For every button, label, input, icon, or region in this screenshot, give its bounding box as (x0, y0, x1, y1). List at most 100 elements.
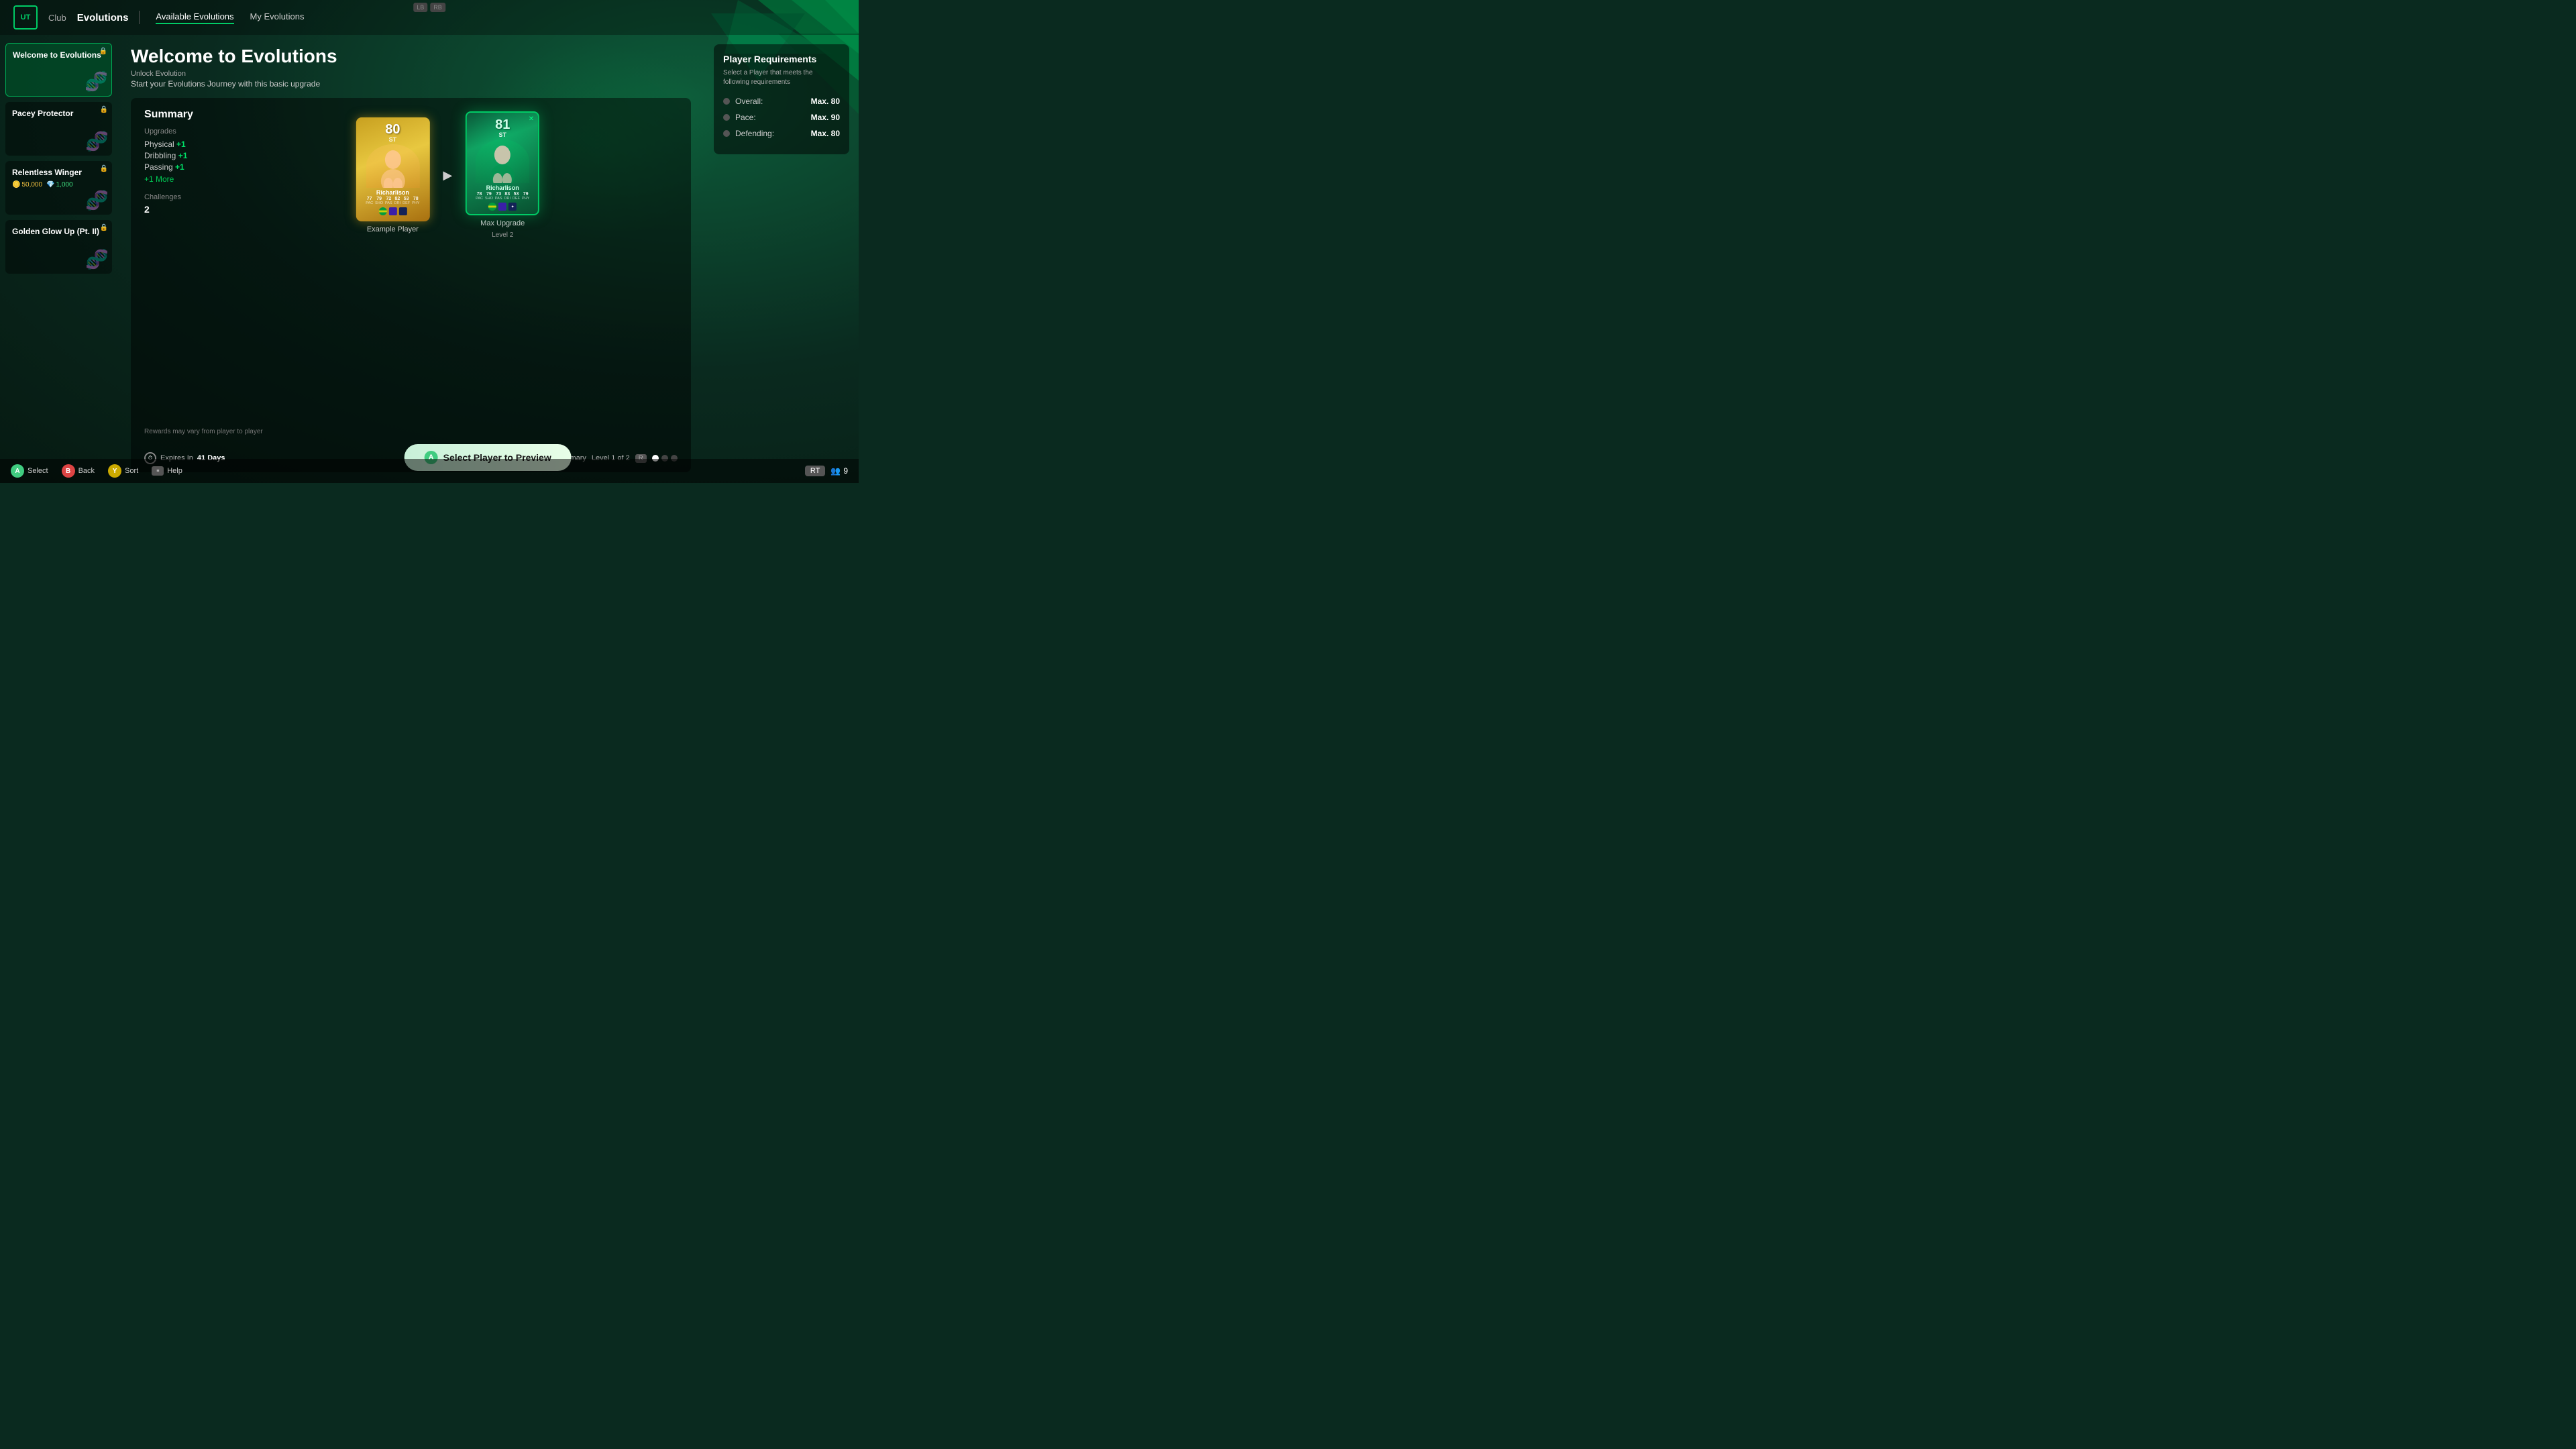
sidebar-item-title-welcome: Welcome to Evolutions (13, 50, 105, 61)
nav-club[interactable]: Club (48, 13, 66, 23)
upgraded-card-sublabel: Level 2 (492, 231, 513, 239)
sidebar-item-golden[interactable]: 🔒 Golden Glow Up (Pt. II) 🧬 (5, 220, 112, 274)
flag-brazil (378, 207, 386, 215)
upgraded-stat-sho: 79 SHO (485, 192, 493, 201)
unlock-label: Unlock Evolution (131, 70, 691, 78)
player-count-value: 9 (843, 466, 848, 476)
upgraded-player-card: ✕ 81 ST Richarlison (466, 111, 539, 215)
example-card-position: ST (389, 136, 397, 143)
flag-league-up (498, 203, 506, 211)
bottom-right: RT 👥 9 (805, 466, 848, 476)
req-row-overall: Overall: Max. 80 (723, 97, 840, 106)
coin-gold: 🪙 50,000 (12, 181, 42, 189)
upgraded-stat-pac: 78 PAC (476, 192, 483, 201)
player-silhouette (369, 148, 416, 188)
upgraded-card-position: ST (498, 131, 506, 138)
hint-help-label: Help (167, 467, 182, 475)
stat-def: 53 DEF (402, 197, 410, 205)
dna-icon-pacey: 🧬 (85, 130, 109, 152)
flag-brazil-up (488, 203, 496, 211)
rt-indicator: RT (805, 466, 825, 476)
upgraded-card-rating: 81 (495, 118, 510, 131)
ut-logo: UT (13, 5, 38, 30)
menu-button[interactable]: ≡ (152, 466, 164, 476)
req-row-pace: Pace: Max. 90 (723, 113, 840, 122)
upgraded-stat-pas: 73 PAS (495, 192, 502, 201)
req-name-defending: Defending: (735, 129, 811, 138)
upgrade-physical-value: +1 (176, 140, 186, 149)
rb-button[interactable]: RB (430, 3, 445, 12)
y-button[interactable]: Y (108, 464, 121, 478)
coin-row-relentless: 🪙 50,000 💎 1,000 (12, 181, 105, 189)
sidebar-item-relentless[interactable]: 🔒 Relentless Winger 🪙 50,000 💎 1,000 🧬 (5, 161, 112, 215)
example-card-label: Example Player (367, 225, 419, 233)
hint-select: A Select (11, 464, 48, 478)
player-count: 👥 9 (830, 466, 848, 476)
upgraded-card-stats: 78 PAC 79 SHO 73 PAS (476, 192, 529, 201)
req-dot-defending (723, 130, 730, 137)
upgraded-stat-dri: 83 DRI (504, 192, 511, 201)
upgraded-stat-phy: 79 PHY (522, 192, 529, 201)
page-title: Welcome to Evolutions (131, 46, 691, 67)
upgraded-card-label: Max Upgrade (480, 219, 525, 227)
nav-tabs: Available Evolutions My Evolutions (156, 11, 304, 24)
player-silhouette-upgraded (479, 143, 526, 183)
upgraded-card-name: Richarlison (486, 184, 519, 191)
b-button[interactable]: B (62, 464, 75, 478)
req-value-pace: Max. 90 (811, 113, 840, 122)
hint-sort: Y Sort (108, 464, 138, 478)
main-content: 🔒 Welcome to Evolutions 🧬 🔒 Pacey Protec… (0, 35, 859, 483)
sidebar-item-pacey[interactable]: 🔒 Pacey Protector 🧬 (5, 102, 112, 156)
tab-my-evolutions[interactable]: My Evolutions (250, 11, 305, 24)
coin-gold-icon: 🪙 (12, 181, 20, 189)
req-dot-overall (723, 98, 730, 105)
req-value-defending: Max. 80 (811, 129, 840, 138)
bottom-bar: A Select B Back Y Sort ≡ Help RT 👥 9 (0, 459, 859, 483)
dna-icon-golden: 🧬 (85, 248, 109, 270)
example-player-container: 80 ST Richarlison (356, 117, 429, 233)
hint-back: B Back (62, 464, 95, 478)
flag-club-up: ✦ (508, 203, 517, 211)
example-card-stats: 77 PAC 79 SHO 72 PAS (366, 197, 419, 205)
flag-club (398, 207, 407, 215)
dna-icon-relentless: 🧬 (85, 189, 109, 211)
lb-button[interactable]: LB (413, 3, 427, 12)
upgrade-passing-value: +1 (175, 162, 184, 172)
a-button[interactable]: A (11, 464, 24, 478)
right-panel: Player Requirements Select a Player that… (704, 35, 859, 483)
upgraded-stat-def: 53 DEF (513, 192, 520, 201)
rewards-note: Rewards may vary from player to player (144, 428, 263, 435)
upgrade-dribbling-value: +1 (178, 151, 188, 160)
evolve-mark: ✕ (529, 115, 534, 123)
top-navigation: LB RB UT Club Evolutions Available Evolu… (0, 0, 859, 35)
req-dot-pace (723, 114, 730, 121)
cards-area: 80 ST Richarlison (356, 111, 539, 239)
dna-icon-welcome: 🧬 (85, 70, 108, 93)
example-player-image (366, 144, 419, 188)
stat-dri: 82 DRI (394, 197, 400, 205)
hint-sort-label: Sort (125, 467, 138, 475)
req-name-overall: Overall: (735, 97, 811, 106)
upgraded-player-container: ✕ 81 ST Richarlison (466, 111, 539, 239)
hint-help: ≡ Help (152, 466, 182, 476)
sidebar-item-welcome[interactable]: 🔒 Welcome to Evolutions 🧬 (5, 43, 112, 97)
page-subtitle: Start your Evolutions Journey with this … (131, 79, 691, 89)
requirements-box: Player Requirements Select a Player that… (714, 44, 849, 154)
bumper-hints: LB RB (413, 3, 445, 12)
center-panel: Welcome to Evolutions Unlock Evolution S… (117, 35, 704, 483)
stat-sho: 79 SHO (375, 197, 383, 205)
requirements-subtitle: Select a Player that meets the following… (723, 68, 840, 87)
sidebar: 🔒 Welcome to Evolutions 🧬 🔒 Pacey Protec… (0, 35, 117, 483)
card-flags-example (378, 207, 407, 215)
hint-back-label: Back (78, 467, 95, 475)
coin-green-icon: 💎 (46, 181, 54, 189)
upgrade-arrow: ▶ (443, 168, 452, 182)
flag-league (388, 207, 396, 215)
sidebar-item-title-golden: Golden Glow Up (Pt. II) (12, 227, 105, 237)
tab-available-evolutions[interactable]: Available Evolutions (156, 11, 233, 24)
example-player-card: 80 ST Richarlison (356, 117, 429, 221)
example-card-rating: 80 (385, 123, 400, 136)
coin-gold-value: 50,000 (21, 181, 42, 189)
req-row-defending: Defending: Max. 80 (723, 129, 840, 138)
card-flags-upgraded: ✦ (488, 203, 517, 211)
